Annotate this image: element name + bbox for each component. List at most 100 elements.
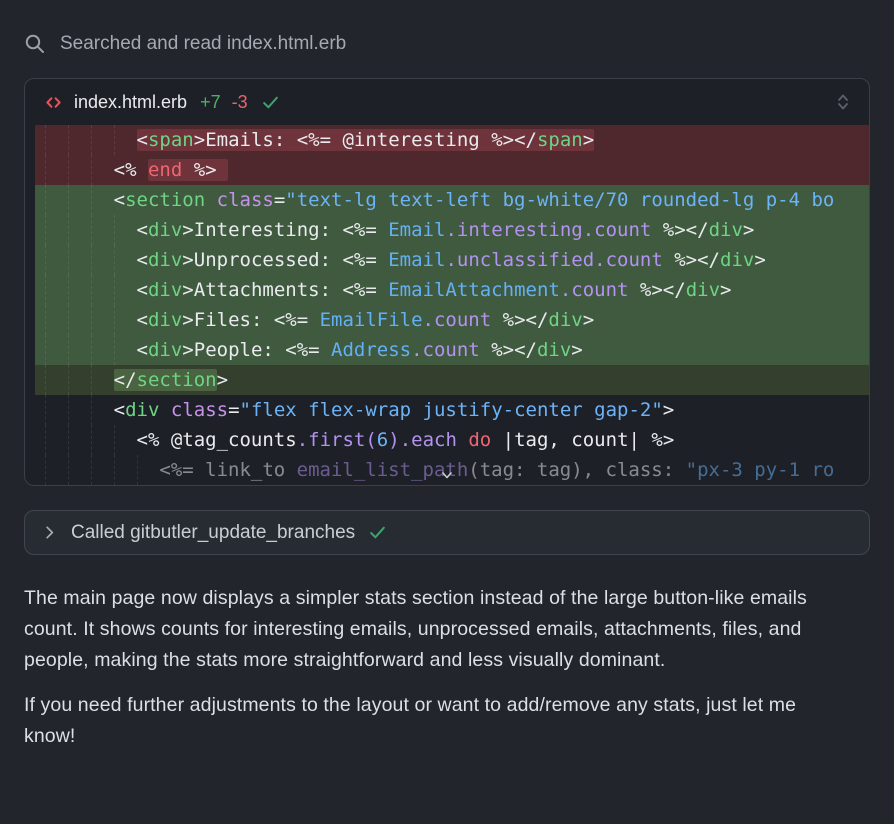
code-token: div [709, 219, 743, 241]
indent-guide-line [114, 335, 115, 365]
code-line: <section class="text-lg text-left bg-whi… [35, 185, 869, 215]
indent-guide-line [45, 245, 46, 275]
code-token: div [720, 249, 754, 271]
code-token [457, 429, 468, 451]
code-token: "px-3 py-1 ro [686, 459, 835, 481]
indent-guide-line [45, 155, 46, 185]
code-token: do [468, 429, 491, 451]
code-token: %> [628, 279, 662, 301]
code-token: div [686, 279, 720, 301]
code-token: Interesting: [194, 219, 343, 241]
code-token: </ [514, 129, 537, 151]
indent-guide-line [68, 185, 69, 215]
code-token: .first [297, 429, 366, 451]
tool-call-row[interactable]: Called gitbutler_update_branches [24, 510, 870, 555]
code-line: <div>Unprocessed: <%= Email.unclassified… [35, 245, 869, 275]
chevron-right-icon [41, 524, 58, 541]
code-token: ) [388, 429, 399, 451]
code-token: < [137, 129, 148, 151]
code-token: div [148, 279, 182, 301]
code-token: </ [686, 219, 709, 241]
code-token: section [125, 189, 205, 211]
code-line: <div>People: <%= Address.count %></div> [35, 335, 869, 365]
code-token: end [148, 159, 182, 181]
indent-guide-line [68, 215, 69, 245]
code-token: > [182, 339, 193, 361]
indent-guide-line [91, 305, 92, 335]
code-token: (tag: tag), [468, 459, 605, 481]
code-token: link_to [205, 459, 297, 481]
indent-guide-line [91, 245, 92, 275]
indent-guide-line [91, 155, 92, 185]
code-token: Attachments: [194, 279, 343, 301]
indent-guide-line [114, 245, 115, 275]
code-line: <div>Files: <%= EmailFile.count %></div> [35, 305, 869, 335]
code-token: <%= [342, 279, 388, 301]
code-token: EmailFile [320, 309, 423, 331]
code-token: EmailAttachment [388, 279, 560, 301]
code-token: > [194, 129, 205, 151]
code-token: <%= [342, 219, 388, 241]
code-indent [45, 369, 114, 391]
diff-word-highlight: </section [114, 369, 217, 391]
code-token: > [182, 249, 193, 271]
code-indent [45, 459, 159, 481]
code-indent [45, 399, 114, 421]
code-token [205, 189, 216, 211]
indent-guide-line [114, 425, 115, 455]
indent-guide-line [68, 155, 69, 185]
code-token: < [114, 189, 125, 211]
deletions-badge: -3 [232, 92, 248, 113]
code-token: <%= [285, 339, 331, 361]
diff-word-highlight: <span>Emails: <%= @interesting %></span> [137, 129, 595, 151]
code-line: <% end %> [35, 155, 869, 185]
code-token: Unprocessed: [194, 249, 343, 271]
indent-guide-line [91, 215, 92, 245]
tool-status-row[interactable]: Searched and read index.html.erb [24, 32, 870, 56]
code-token: </ [663, 279, 686, 301]
chevron-down-icon[interactable] [438, 469, 456, 483]
code-token: > [720, 279, 731, 301]
indent-guide-line [45, 215, 46, 245]
indent-guide-line [68, 395, 69, 425]
code-indent [45, 189, 114, 211]
code-token: 6 [377, 429, 388, 451]
code-token: div [548, 309, 582, 331]
code-token: People: [194, 339, 286, 361]
code-token: < [137, 339, 148, 361]
code-token: div [537, 339, 571, 361]
code-icon [44, 93, 63, 112]
code-token: </ [514, 339, 537, 361]
indent-guide-line [68, 425, 69, 455]
code-token: Files: [194, 309, 274, 331]
file-name: index.html.erb [74, 92, 187, 113]
code-token: > [182, 219, 193, 241]
diff-card-header[interactable]: index.html.erb +7 -3 [25, 79, 869, 125]
code-token [159, 399, 170, 421]
code-token: < [137, 309, 148, 331]
code-token: |tag, count| [491, 429, 651, 451]
indent-guide-line [91, 185, 92, 215]
indent-guide-line [45, 125, 46, 155]
code-token: class [217, 189, 274, 211]
code-line: <div class="flex flex-wrap justify-cente… [35, 395, 869, 425]
code-line: <span>Emails: <%= @interesting %></span> [35, 125, 869, 155]
code-token: %> [480, 339, 514, 361]
code-token: > [743, 219, 754, 241]
code-token: .count [423, 309, 492, 331]
code-token: div [125, 399, 159, 421]
code-token: > [583, 309, 594, 331]
code-line: <div>Attachments: <%= EmailAttachment.co… [35, 275, 869, 305]
indent-guide-line [91, 275, 92, 305]
code-token: Emails: [205, 129, 297, 151]
code-token: %> [651, 219, 685, 241]
indent-guide-line [114, 215, 115, 245]
code-token: %> [663, 249, 697, 271]
indent-guide-line [45, 305, 46, 335]
indent-guide-line [68, 125, 69, 155]
chevron-up-down-icon[interactable] [835, 92, 851, 112]
code-token: class [171, 399, 228, 421]
code-line: <% @tag_counts.first(6).each do |tag, co… [35, 425, 869, 455]
code-token: Email [388, 249, 445, 271]
code-token: > [217, 369, 228, 391]
